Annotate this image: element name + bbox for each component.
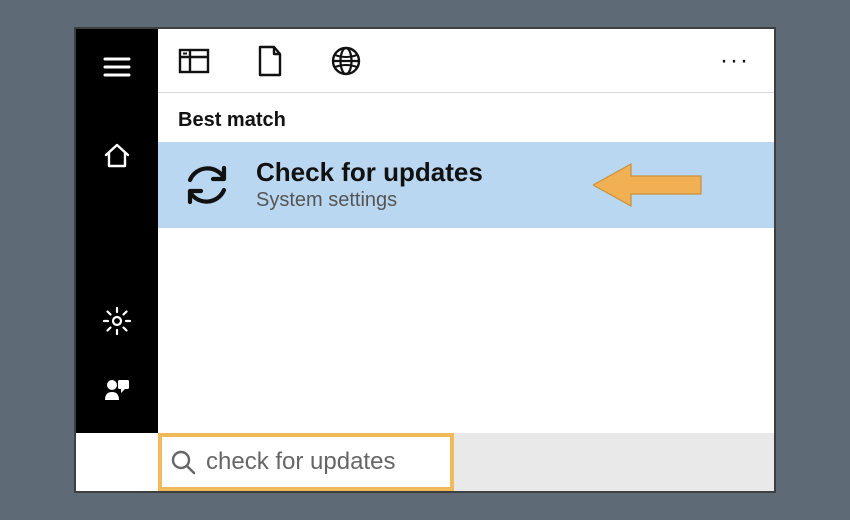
best-match-label: Best match (158, 93, 774, 142)
search-panel: ··· Best match Check for updates System … (158, 29, 774, 433)
start-search-window: ··· Best match Check for updates System … (74, 27, 776, 493)
documents-filter-button[interactable] (246, 37, 294, 85)
documents-filter-icon (257, 45, 283, 77)
results-empty-area (158, 228, 774, 433)
menu-icon (103, 56, 131, 78)
content-row: ··· Best match Check for updates System … (76, 29, 774, 433)
sidebar (76, 29, 158, 433)
result-text: Check for updates System settings (256, 158, 483, 213)
search-input[interactable] (206, 448, 442, 476)
arrow-left-icon (593, 160, 703, 210)
search-bar-remainder (454, 433, 774, 491)
search-bar-row (158, 433, 774, 491)
result-title: Check for updates (256, 158, 483, 188)
result-item-check-for-updates[interactable]: Check for updates System settings (158, 142, 774, 228)
sync-icon (180, 158, 234, 212)
apps-filter-button[interactable] (170, 37, 218, 85)
menu-button[interactable] (93, 43, 141, 91)
annotation-arrow (593, 160, 703, 210)
home-button[interactable] (93, 131, 141, 179)
filter-bar: ··· (158, 29, 774, 93)
feedback-icon (103, 378, 131, 404)
apps-filter-icon (178, 47, 210, 75)
home-icon (102, 141, 132, 169)
result-icon (178, 156, 236, 214)
search-box[interactable] (158, 433, 454, 491)
settings-icon (102, 306, 132, 336)
web-filter-icon (330, 45, 362, 77)
feedback-button[interactable] (93, 367, 141, 415)
result-subtitle: System settings (256, 189, 483, 212)
search-icon (170, 449, 196, 475)
web-filter-button[interactable] (322, 37, 370, 85)
more-button[interactable]: ··· (708, 47, 762, 75)
settings-button[interactable] (93, 297, 141, 345)
